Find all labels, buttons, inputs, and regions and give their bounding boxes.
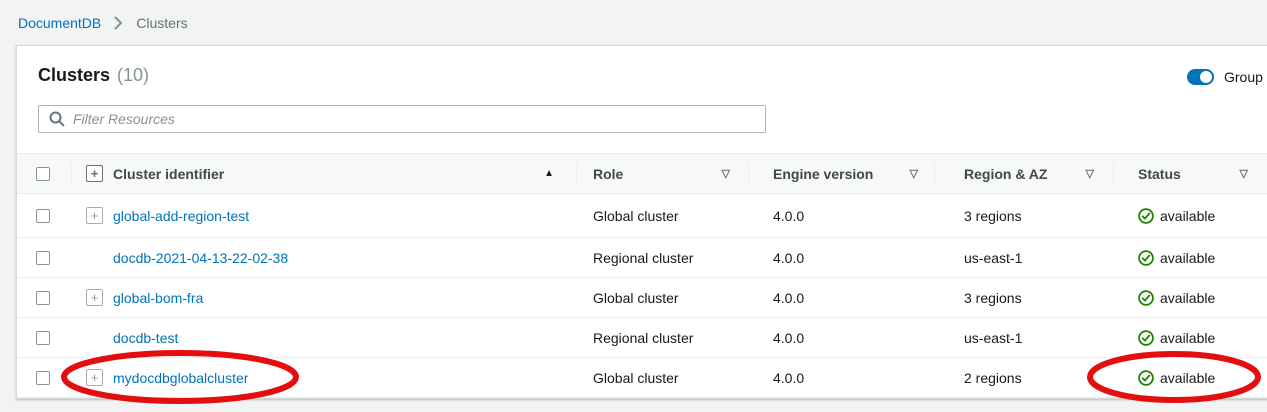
header-role-label: Role xyxy=(593,166,623,182)
header-role[interactable]: Role ▽ xyxy=(576,154,748,193)
breadcrumb-documentdb-link[interactable]: DocumentDB xyxy=(18,14,101,32)
role-cell: Global cluster xyxy=(576,358,748,397)
header-engine-version-label: Engine version xyxy=(773,166,873,182)
cluster-identifier-cell: + global-bom-fra xyxy=(71,278,576,317)
region-az-cell: 3 regions xyxy=(934,194,1113,237)
cluster-identifier-link[interactable]: docdb-2021-04-13-22-02-38 xyxy=(113,250,288,266)
status-available-check-icon xyxy=(1138,290,1154,306)
cluster-identifier-link[interactable]: global-bom-fra xyxy=(113,290,203,306)
header-region-az[interactable]: Region & AZ ▽ xyxy=(934,154,1113,193)
row-checkbox[interactable] xyxy=(36,371,50,385)
expand-row-icon[interactable]: + xyxy=(86,289,103,306)
role-cell: Global cluster xyxy=(576,278,748,317)
header-engine-version[interactable]: Engine version ▽ xyxy=(748,154,934,193)
toggle-knob xyxy=(1200,71,1212,83)
status-badge: available xyxy=(1160,208,1215,224)
engine-version-cell: 4.0.0 xyxy=(748,278,934,317)
cluster-identifier-link[interactable]: mydocdbglobalcluster xyxy=(113,370,248,386)
select-all-checkbox[interactable] xyxy=(36,167,50,181)
cluster-identifier-cell: + docdb-test xyxy=(71,318,576,357)
role-cell: Regional cluster xyxy=(576,238,748,277)
role-cell: Global cluster xyxy=(576,194,748,237)
cluster-identifier-cell: + mydocdbglobalcluster xyxy=(71,358,576,397)
header-cluster-identifier[interactable]: + Cluster identifier ▲ xyxy=(71,154,576,193)
status-available-check-icon xyxy=(1138,370,1154,386)
sort-icon: ▽ xyxy=(1086,167,1094,180)
row-select-cell xyxy=(17,358,71,397)
row-select-cell xyxy=(17,318,71,357)
clusters-panel: Clusters (10) Group Resources + Cluster … xyxy=(16,45,1267,399)
filter-resources xyxy=(38,105,766,133)
header-status-label: Status xyxy=(1138,166,1181,182)
header-region-az-label: Region & AZ xyxy=(964,166,1047,182)
sort-icon: ▽ xyxy=(1240,167,1248,180)
status-available-check-icon xyxy=(1138,330,1154,346)
expand-row-icon[interactable]: + xyxy=(86,369,103,386)
expand-row-icon[interactable]: + xyxy=(86,207,103,224)
panel-header: Clusters (10) xyxy=(38,65,149,86)
documentdb-clusters-page: { "breadcrumb": { "items": [ { "label": … xyxy=(0,0,1267,412)
engine-version-cell: 4.0.0 xyxy=(748,358,934,397)
cluster-identifier-cell: + global-add-region-test xyxy=(71,194,576,237)
breadcrumb-current-clusters: Clusters xyxy=(136,14,187,32)
table-row: + docdb-2021-04-13-22-02-38 Regional clu… xyxy=(17,238,1267,278)
row-checkbox[interactable] xyxy=(36,291,50,305)
status-badge: available xyxy=(1160,370,1215,386)
cluster-identifier-link[interactable]: docdb-test xyxy=(113,330,178,346)
engine-version-cell: 4.0.0 xyxy=(748,318,934,357)
table-header-row: + Cluster identifier ▲ Role ▽ Engine ver… xyxy=(17,153,1267,194)
status-badge: available xyxy=(1160,250,1215,266)
engine-version-cell: 4.0.0 xyxy=(748,194,934,237)
status-badge: available xyxy=(1160,290,1215,306)
sort-icon: ▽ xyxy=(722,167,730,180)
row-select-cell xyxy=(17,278,71,317)
region-az-cell: us-east-1 xyxy=(934,318,1113,357)
table-row: + mydocdbglobalcluster Global cluster 4.… xyxy=(17,358,1267,398)
status-available-check-icon xyxy=(1138,208,1154,224)
row-select-cell xyxy=(17,238,71,277)
cluster-count-badge: (10) xyxy=(117,65,149,86)
page-title: Clusters xyxy=(38,65,110,86)
filter-resources-input[interactable] xyxy=(38,105,766,133)
row-select-cell xyxy=(17,194,71,237)
breadcrumb-chevron-icon xyxy=(114,16,123,30)
cluster-identifier-link[interactable]: global-add-region-test xyxy=(113,208,249,224)
group-resources-toggle[interactable] xyxy=(1187,69,1214,85)
status-badge: available xyxy=(1160,330,1215,346)
region-az-cell: 3 regions xyxy=(934,278,1113,317)
group-resources-label: Group Resources xyxy=(1224,69,1267,85)
status-available-check-icon xyxy=(1138,250,1154,266)
status-cell: available xyxy=(1113,238,1267,277)
sort-icon: ▽ xyxy=(910,167,918,180)
cluster-identifier-cell: + docdb-2021-04-13-22-02-38 xyxy=(71,238,576,277)
role-cell: Regional cluster xyxy=(576,318,748,357)
group-resources-control: Group Resources xyxy=(1187,69,1267,85)
status-cell: available xyxy=(1113,318,1267,357)
row-checkbox[interactable] xyxy=(36,209,50,223)
status-cell: available xyxy=(1113,194,1267,237)
breadcrumb: DocumentDB Clusters xyxy=(18,14,188,32)
sort-ascending-icon: ▲ xyxy=(544,168,554,179)
header-select-all[interactable] xyxy=(17,154,71,193)
region-az-cell: 2 regions xyxy=(934,358,1113,397)
header-cluster-identifier-label: Cluster identifier xyxy=(113,166,224,182)
table-row: + global-add-region-test Global cluster … xyxy=(17,194,1267,238)
region-az-cell: us-east-1 xyxy=(934,238,1113,277)
expand-all-icon[interactable]: + xyxy=(86,165,103,182)
table-row: + docdb-test Regional cluster 4.0.0 us-e… xyxy=(17,318,1267,358)
table-body: + global-add-region-test Global cluster … xyxy=(17,194,1267,398)
row-checkbox[interactable] xyxy=(36,251,50,265)
status-cell: available xyxy=(1113,358,1267,397)
table-row: + global-bom-fra Global cluster 4.0.0 3 … xyxy=(17,278,1267,318)
engine-version-cell: 4.0.0 xyxy=(748,238,934,277)
row-checkbox[interactable] xyxy=(36,331,50,345)
header-status[interactable]: Status ▽ xyxy=(1113,154,1267,193)
status-cell: available xyxy=(1113,278,1267,317)
